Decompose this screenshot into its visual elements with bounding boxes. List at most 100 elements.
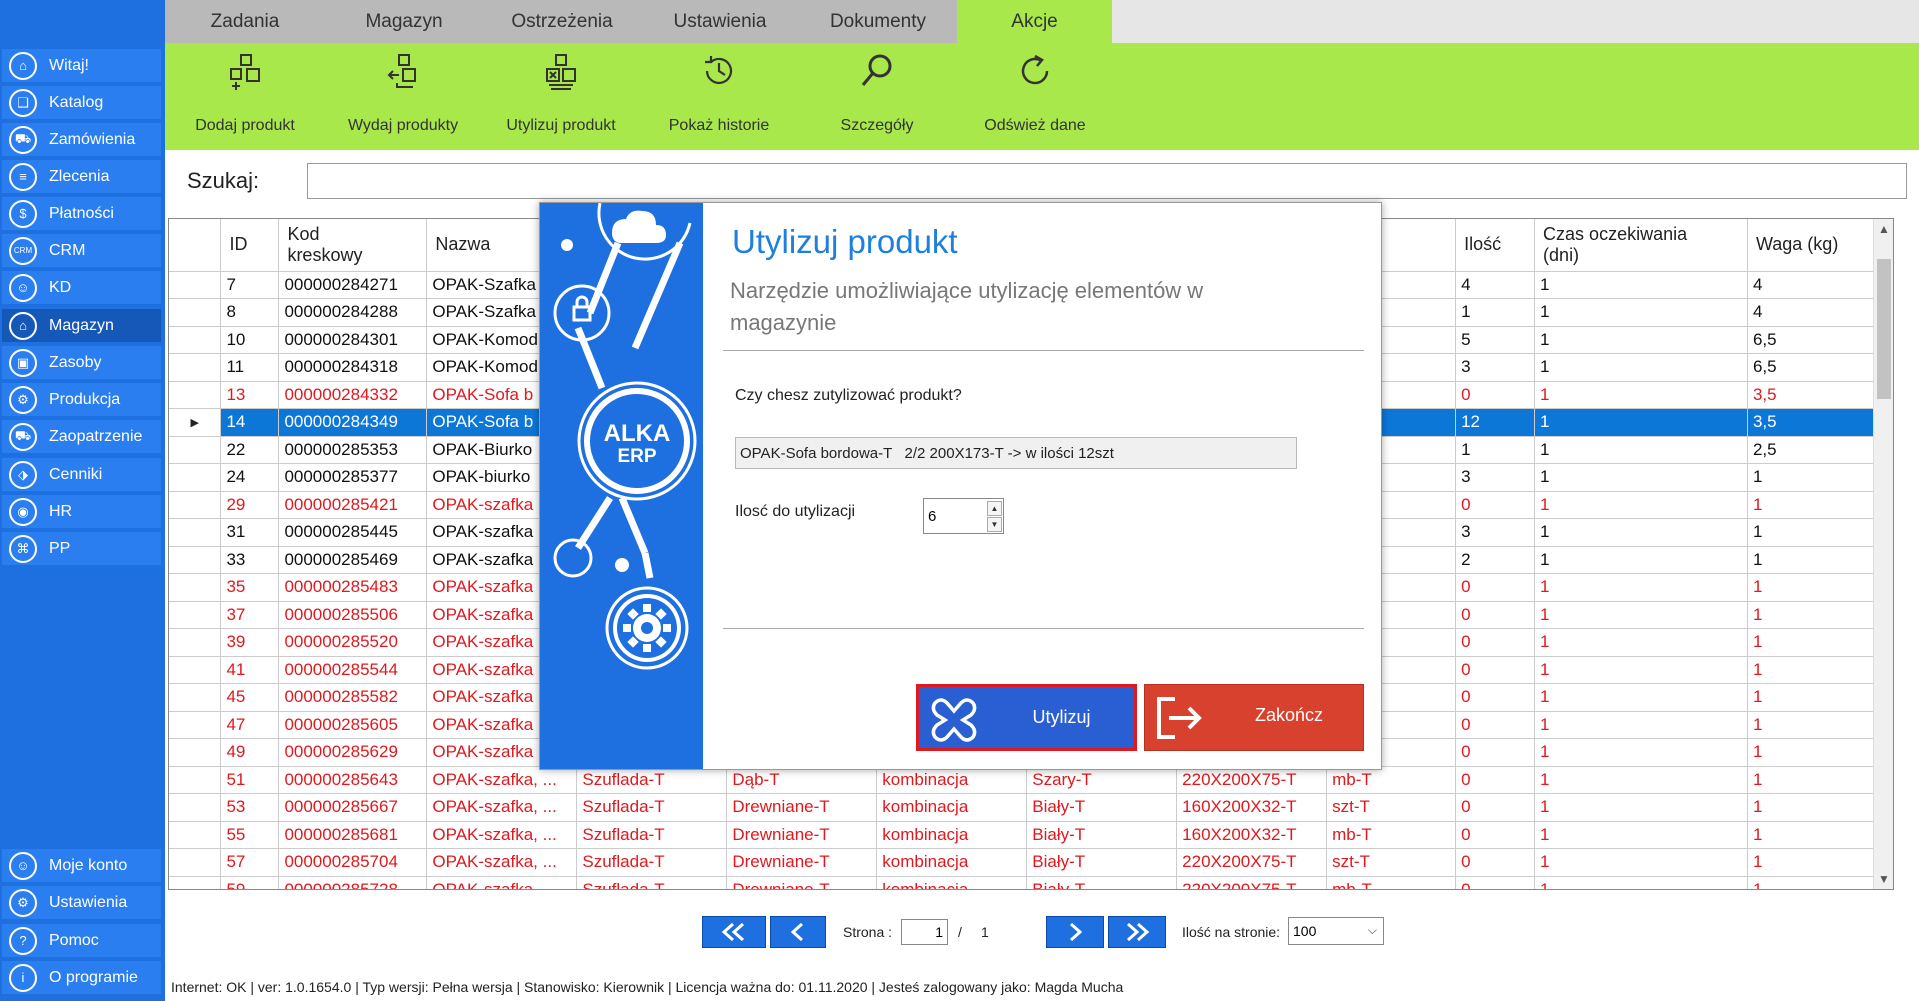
table-cell: 1: [1747, 821, 1893, 849]
row-indicator[interactable]: [169, 463, 222, 492]
sidebar-item-p-atno-ci[interactable]: $ Płatności: [2, 197, 161, 230]
column-header[interactable]: [169, 219, 222, 272]
quantity-input[interactable]: [924, 499, 984, 533]
per-page-select[interactable]: 100 ⌵: [1288, 917, 1384, 945]
column-header[interactable]: Waga (kg): [1747, 219, 1893, 272]
sidebar-item-label: Produkcja: [49, 390, 121, 408]
row-indicator[interactable]: [169, 628, 222, 657]
sidebar-item-produkcja[interactable]: ⚙ Produkcja: [2, 383, 161, 416]
row-indicator[interactable]: [169, 326, 222, 354]
table-cell: 1: [1534, 381, 1748, 409]
spin-up-icon[interactable]: ▲: [987, 501, 1002, 516]
search-input[interactable]: [307, 163, 1907, 199]
sidebar-item-cenniki[interactable]: ⬗ Cenniki: [2, 458, 161, 491]
sidebar-item-pp[interactable]: ⌘ PP: [2, 532, 161, 565]
row-indicator[interactable]: [169, 766, 222, 794]
tab-ustawienia[interactable]: Ustawienia: [641, 0, 799, 43]
row-indicator[interactable]: [169, 491, 222, 519]
sidebar-item-katalog[interactable]: ❑ Katalog: [2, 86, 161, 119]
quantity-stepper: ▲ ▼: [923, 498, 1004, 534]
utilize-product-icon: [546, 54, 576, 90]
table-cell: 1: [1534, 326, 1748, 354]
last-page-button[interactable]: [1108, 916, 1166, 948]
scrollbar-thumb[interactable]: [1877, 259, 1891, 399]
show-history-button[interactable]: Pokaż historie: [639, 43, 799, 150]
confirm-question: Czy chesz zutylizować produkt?: [735, 387, 962, 404]
table-cell: 1: [1747, 876, 1893, 889]
column-header[interactable]: Kod kreskowy: [278, 219, 428, 272]
first-page-button[interactable]: [702, 916, 766, 948]
scroll-up-icon[interactable]: ▲: [1874, 219, 1893, 239]
row-indicator[interactable]: [169, 656, 222, 684]
table-scrollbar[interactable]: ▲ ▼: [1873, 219, 1893, 889]
sidebar-bottom-moje-konto[interactable]: ☺ Moje konto: [2, 849, 161, 882]
close-button[interactable]: Zakończ: [1144, 684, 1364, 751]
top-tab-bar: Zadania Magazyn Ostrzeżenia Ustawienia D…: [165, 0, 1919, 43]
row-indicator[interactable]: [169, 546, 222, 574]
sidebar-bottom-pomoc[interactable]: ? Pomoc: [2, 924, 161, 957]
utilize-button[interactable]: Utylizuj: [916, 684, 1137, 751]
page-number-input[interactable]: [901, 919, 948, 945]
sidebar-item-hr[interactable]: ◉ HR: [2, 495, 161, 528]
sidebar-item-label: Ustawienia: [49, 893, 128, 911]
sidebar-item-zasoby[interactable]: ▣ Zasoby: [2, 346, 161, 379]
row-indicator[interactable]: [169, 738, 222, 767]
column-header[interactable]: Ilość: [1455, 219, 1536, 272]
table-row[interactable]: 55 000000285681 OPAK-szafka, ... Szuflada-T…: [169, 821, 1893, 849]
tab-dokumenty[interactable]: Dokumenty: [799, 0, 957, 43]
column-header[interactable]: ID: [220, 219, 280, 272]
table-row[interactable]: 59 000000285728 OPAK-szafka, ... Szuflada-T…: [169, 876, 1893, 889]
sidebar-item-witaj[interactable]: ⌂ Witaj!: [2, 49, 161, 82]
pp-icon: ⌘: [9, 534, 37, 563]
row-indicator[interactable]: [169, 353, 222, 382]
row-indicator[interactable]: [169, 436, 222, 464]
table-cell: 1: [1455, 436, 1536, 464]
table-row[interactable]: 51 000000285643 OPAK-szafka, ... Szuflada-T…: [169, 766, 1893, 794]
sidebar-item-zam-wienia[interactable]: ⛟ Zamówienia: [2, 123, 161, 156]
table-cell: 000000285421: [278, 491, 428, 519]
row-indicator[interactable]: [169, 573, 222, 602]
issue-products-button[interactable]: Wydaj produkty: [323, 43, 483, 150]
table-cell: 37: [220, 601, 280, 629]
spin-down-icon[interactable]: ▼: [987, 517, 1002, 532]
sidebar-bottom-o-programie[interactable]: i O programie: [2, 961, 161, 994]
row-indicator[interactable]: [169, 271, 222, 299]
refresh-data-button[interactable]: Odśwież dane: [955, 43, 1115, 150]
details-button[interactable]: Szczegóły: [797, 43, 957, 150]
sidebar-item-label: Magazyn: [49, 316, 114, 334]
row-indicator[interactable]: [169, 381, 222, 409]
table-cell: 41: [220, 656, 280, 684]
sidebar-item-crm[interactable]: CRM CRM: [2, 234, 161, 267]
row-indicator[interactable]: [169, 876, 222, 889]
prev-page-button[interactable]: [770, 916, 826, 948]
row-indicator[interactable]: [169, 848, 222, 877]
next-page-button[interactable]: [1046, 916, 1104, 948]
row-indicator[interactable]: [169, 601, 222, 629]
table-row[interactable]: 57 000000285704 OPAK-szafka, ... Szuflada-T…: [169, 848, 1893, 877]
row-indicator[interactable]: [169, 711, 222, 739]
tab-zadania[interactable]: Zadania: [165, 0, 325, 43]
row-indicator[interactable]: [169, 518, 222, 547]
table-cell: 1: [1534, 821, 1748, 849]
add-product-button[interactable]: Dodaj produkt: [165, 43, 325, 150]
table-cell: 000000285728: [278, 876, 428, 889]
tab-akcje[interactable]: Akcje: [957, 0, 1112, 43]
column-header[interactable]: Czas oczekiwania (dni): [1534, 219, 1748, 272]
row-indicator[interactable]: [169, 793, 222, 822]
sidebar-item-magazyn[interactable]: ⌂ Magazyn: [2, 309, 161, 342]
utilize-product-dialog: ALKA ERP Utylizuj produkt Narzędzie umoż…: [539, 202, 1382, 770]
tab-magazyn[interactable]: Magazyn: [325, 0, 483, 43]
row-indicator[interactable]: [169, 298, 222, 327]
row-indicator[interactable]: [169, 821, 222, 849]
table-cell: 1: [1534, 408, 1748, 437]
row-indicator[interactable]: ▶: [169, 408, 222, 437]
sidebar-item-kd[interactable]: ☺ KD: [2, 271, 161, 304]
row-indicator[interactable]: [169, 683, 222, 712]
scroll-down-icon[interactable]: ▼: [1874, 869, 1893, 889]
sidebar-bottom-ustawienia[interactable]: ⚙ Ustawienia: [2, 886, 161, 919]
sidebar-item-zlecenia[interactable]: ≡ Zlecenia: [2, 160, 161, 193]
sidebar-item-zaopatrzenie[interactable]: ⛟ Zaopatrzenie: [2, 420, 161, 453]
table-row[interactable]: 53 000000285667 OPAK-szafka, ... Szuflada-T…: [169, 793, 1893, 822]
tab-ostrzezenia[interactable]: Ostrzeżenia: [483, 0, 641, 43]
utilize-product-button[interactable]: Utylizuj produkt: [481, 43, 641, 150]
